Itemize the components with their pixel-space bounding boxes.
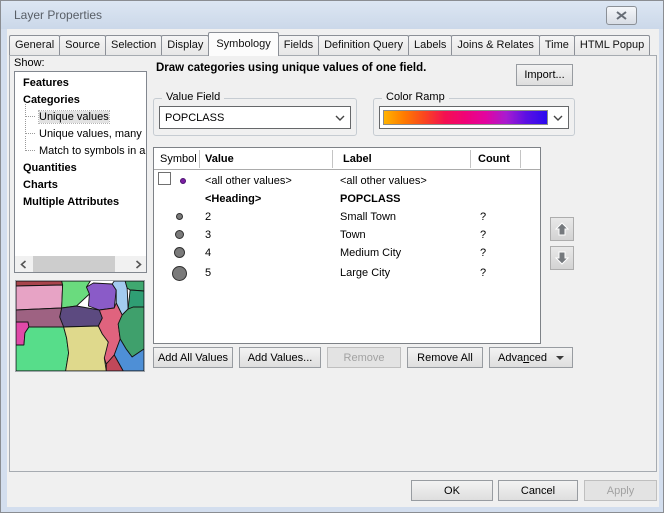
close-icon (616, 11, 627, 20)
row-label: Large City (340, 263, 390, 284)
row-value: <all other values> (205, 172, 292, 190)
column-separator (520, 150, 521, 168)
dropdown-arrow-icon (556, 356, 564, 360)
value-field-label: Value Field (162, 91, 224, 103)
map-preview (15, 280, 145, 372)
row-label: Small Town (340, 208, 396, 226)
graduated-dot-symbol[interactable] (176, 213, 183, 220)
tab-labels[interactable]: Labels (408, 35, 452, 55)
column-separator (199, 150, 200, 168)
row-label: POPCLASS (340, 190, 401, 208)
tab-fields[interactable]: Fields (278, 35, 319, 55)
scroll-left-icon[interactable] (15, 256, 31, 272)
row-label: Town (340, 226, 366, 244)
row-label: Medium City (340, 244, 401, 262)
tab-general[interactable]: General (9, 35, 60, 55)
remove-all-button[interactable]: Remove All (407, 347, 483, 368)
chevron-down-icon (548, 115, 568, 121)
scroll-right-icon[interactable] (130, 256, 146, 272)
tab-source[interactable]: Source (59, 35, 106, 55)
graduated-dot-symbol[interactable] (175, 230, 184, 239)
move-down-button[interactable] (550, 246, 574, 270)
header-divider (154, 169, 540, 170)
column-header-count: Count (478, 151, 510, 167)
arrow-down-icon (554, 250, 570, 266)
column-separator (332, 150, 333, 168)
tree-horizontal-scrollbar[interactable] (15, 256, 146, 272)
close-button[interactable] (606, 6, 637, 25)
value-field-dropdown[interactable]: POPCLASS (159, 106, 351, 129)
tab-joins-relates[interactable]: Joins & Relates (451, 35, 539, 55)
tab-time[interactable]: Time (539, 35, 575, 55)
window-title: Layer Properties (14, 8, 102, 22)
layer-properties-dialog: Layer Properties General Source Selectio… (0, 0, 664, 513)
tab-display[interactable]: Display (161, 35, 209, 55)
row-value: 4 (205, 244, 211, 262)
tree-item-multiple-attributes[interactable]: Multiple Attributes (15, 194, 146, 211)
tab-bar: General Source Selection Display Symbolo… (9, 32, 649, 56)
titlebar[interactable]: Layer Properties (1, 1, 663, 29)
ok-button[interactable]: OK (411, 480, 493, 501)
column-header-symbol: Symbol (160, 151, 197, 167)
row-count: ? (480, 263, 486, 284)
tab-selection[interactable]: Selection (105, 35, 162, 55)
show-label: Show: (14, 57, 45, 69)
table-row-heading[interactable]: <Heading> POPCLASS (154, 190, 540, 208)
tree-item-match-to-symbols[interactable]: Match to symbols in a (15, 143, 146, 160)
tab-symbology[interactable]: Symbology (208, 32, 278, 56)
move-up-button[interactable] (550, 217, 574, 241)
table-row-2[interactable]: 2 Small Town ? (154, 208, 540, 226)
row-value: 5 (205, 263, 211, 284)
table-row-4[interactable]: 4 Medium City ? (154, 244, 540, 262)
show-tree: Features Categories Unique values Unique… (14, 71, 147, 273)
tab-html-popup[interactable]: HTML Popup (574, 35, 650, 55)
tab-definition-query[interactable]: Definition Query (318, 35, 409, 55)
value-field-value: POPCLASS (160, 112, 330, 124)
color-ramp-dropdown[interactable] (379, 106, 569, 129)
symbol-table: Symbol Value Label Count <all other valu… (153, 147, 541, 344)
import-button[interactable]: Import... (516, 64, 573, 86)
graduated-dot-symbol[interactable] (172, 266, 187, 281)
page-title: Draw categories using unique values of o… (156, 62, 516, 74)
row-count: ? (480, 208, 486, 226)
row-count: ? (480, 244, 486, 262)
add-values-button[interactable]: Add Values... (239, 347, 321, 368)
tree-branch-line (25, 102, 35, 117)
scrollbar-thumb[interactable] (33, 256, 115, 272)
row-value: 3 (205, 226, 211, 244)
column-header-value: Value (205, 151, 234, 167)
apply-button: Apply (584, 480, 657, 501)
row-value: 2 (205, 208, 211, 226)
row-label: <all other values> (340, 172, 427, 190)
advanced-label: Advanced (498, 352, 547, 364)
tree-item-charts[interactable]: Charts (15, 177, 146, 194)
row-value: <Heading> (205, 190, 261, 208)
table-row-3[interactable]: 3 Town ? (154, 226, 540, 244)
purple-dot-symbol[interactable] (180, 178, 186, 184)
graduated-dot-symbol[interactable] (174, 247, 185, 258)
all-other-values-checkbox[interactable] (158, 172, 171, 185)
tree-item-quantities[interactable]: Quantities (15, 160, 146, 177)
color-ramp-gradient (383, 110, 548, 125)
remove-button: Remove (327, 347, 401, 368)
table-row-all-other-values[interactable]: <all other values> <all other values> (154, 172, 540, 190)
advanced-button[interactable]: Advanced (489, 347, 573, 368)
cancel-button[interactable]: Cancel (498, 480, 578, 501)
tree-branch-line (25, 136, 35, 151)
value-field-group: Value Field POPCLASS (153, 98, 357, 136)
add-all-values-button[interactable]: Add All Values (153, 347, 233, 368)
color-ramp-label: Color Ramp (382, 91, 449, 103)
table-row-5[interactable]: 5 Large City ? (154, 263, 540, 284)
column-separator (470, 150, 471, 168)
tree-item-features[interactable]: Features (15, 75, 146, 92)
map-preview-image (16, 281, 144, 371)
arrow-up-icon (554, 221, 570, 237)
column-header-label: Label (343, 151, 372, 167)
chevron-down-icon (330, 115, 350, 121)
color-ramp-group: Color Ramp (373, 98, 575, 136)
tree-branch-line (25, 119, 35, 134)
row-count: ? (480, 226, 486, 244)
